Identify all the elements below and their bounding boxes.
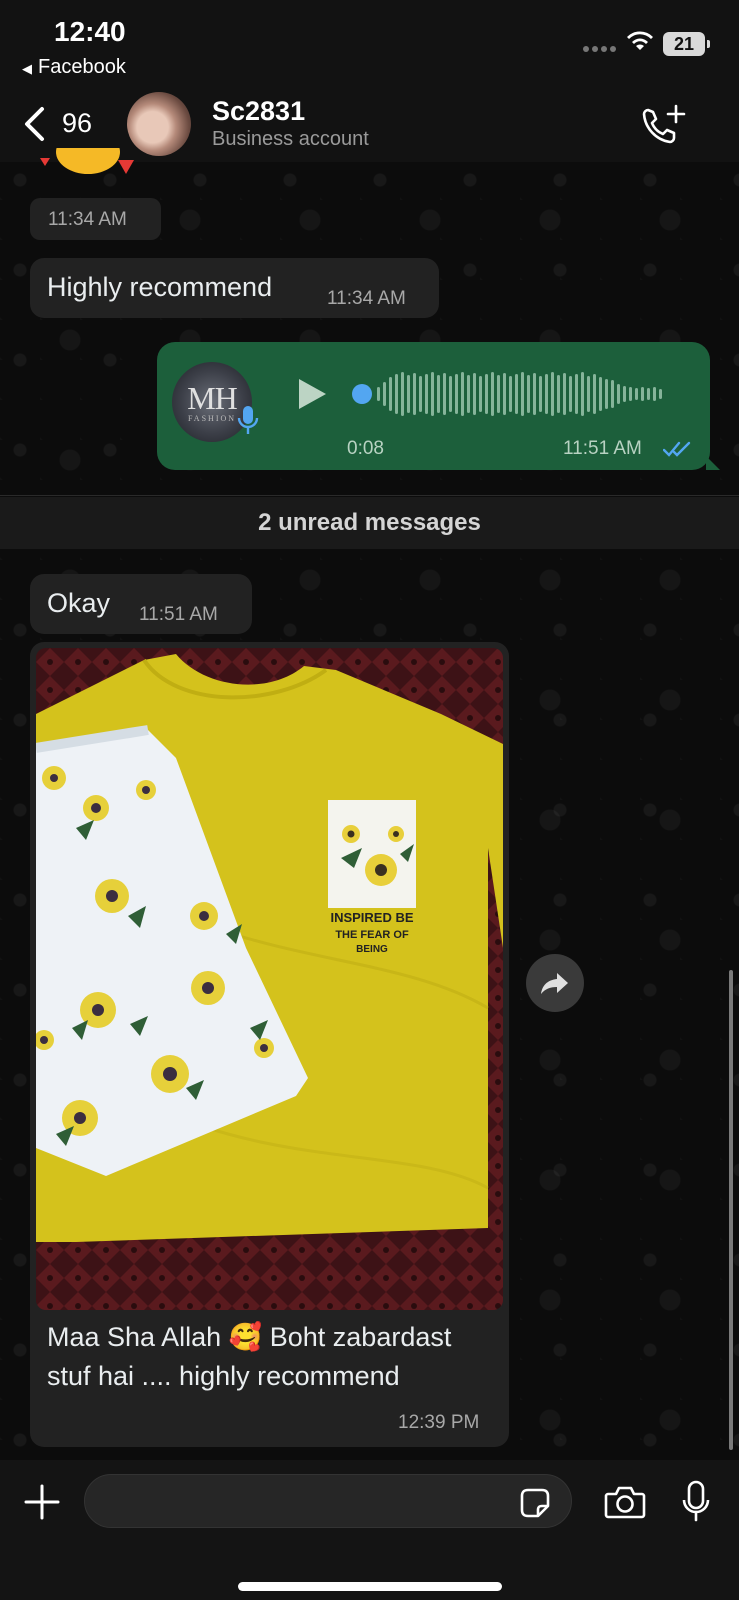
cellular-signal-icon	[583, 46, 616, 52]
message-input[interactable]	[84, 1474, 572, 1528]
message-text: Okay	[47, 588, 111, 618]
voice-message-bubble[interactable]: MH FASHION 0:08 11:51 AM	[157, 342, 720, 470]
clock: 12:40	[54, 16, 126, 47]
plus-icon[interactable]	[24, 1484, 60, 1520]
image-message-bubble[interactable]: INSPIRED BE THE FEAR OF BEING Maa Sha Al…	[30, 642, 509, 1447]
message-bubble[interactable]: Okay 11:51 AM	[30, 574, 252, 634]
unread-messages-divider: 2 unread messages	[0, 497, 739, 549]
unread-messages-label: 2 unread messages	[258, 509, 481, 536]
microphone-icon[interactable]	[681, 1480, 711, 1524]
double-check-icon	[663, 441, 691, 457]
camera-icon[interactable]	[604, 1484, 646, 1520]
message-time: 11:51 AM	[563, 438, 642, 459]
add-call-icon[interactable]	[640, 104, 686, 148]
message-bubble[interactable]: 11:34 AM	[30, 198, 161, 240]
playback-scrubber[interactable]	[352, 384, 372, 404]
scrollbar[interactable]	[729, 970, 733, 1450]
contact-avatar[interactable]	[127, 92, 191, 156]
image-caption: Maa Sha Allah 🥰 Boht zabardast stuf hai …	[47, 1322, 452, 1391]
back-app-label: Facebook	[38, 56, 126, 78]
shirt-print-line-2: THE FEAR OF	[335, 929, 409, 941]
contact-name[interactable]: Sc2831	[212, 96, 305, 127]
wifi-icon	[627, 31, 653, 50]
divider	[0, 495, 739, 496]
back-chevron-icon[interactable]	[22, 106, 46, 142]
message-text: Highly recommend	[47, 272, 273, 302]
message-photo[interactable]: INSPIRED BE THE FEAR OF BEING	[36, 648, 503, 1310]
shirt-print-line-3: BEING	[356, 944, 388, 955]
message-bubble[interactable]: Highly recommend 11:34 AM	[30, 258, 439, 318]
photo-illustration: INSPIRED BE THE FEAR OF BEING	[36, 648, 503, 1310]
contact-subtitle: Business account	[212, 128, 369, 150]
status-bar: 12:40 ◀ Facebook 21	[0, 0, 739, 90]
home-indicator[interactable]	[238, 1582, 502, 1591]
forward-button[interactable]	[526, 954, 584, 1012]
battery-indicator: 21	[663, 32, 710, 56]
shirt-print-line-1: INSPIRED BE	[330, 910, 413, 925]
message-time: 11:34 AM	[327, 288, 406, 309]
back-triangle-icon: ◀	[22, 61, 32, 76]
message-time: 12:39 PM	[398, 1412, 480, 1433]
emoji-partial-icon	[40, 148, 134, 174]
sticker-icon[interactable]	[518, 1486, 552, 1520]
back-to-app-link[interactable]: ◀ Facebook	[22, 56, 126, 79]
unread-chats-count[interactable]: 96	[62, 108, 92, 139]
forward-icon	[541, 973, 568, 994]
voice-duration: 0:08	[347, 438, 384, 459]
play-icon[interactable]	[295, 376, 329, 412]
message-time: 11:34 AM	[48, 209, 127, 230]
message-time: 11:51 AM	[139, 604, 218, 625]
voice-waveform[interactable]	[377, 370, 662, 418]
mic-icon	[237, 406, 259, 434]
message-input-bar	[0, 1460, 739, 1600]
